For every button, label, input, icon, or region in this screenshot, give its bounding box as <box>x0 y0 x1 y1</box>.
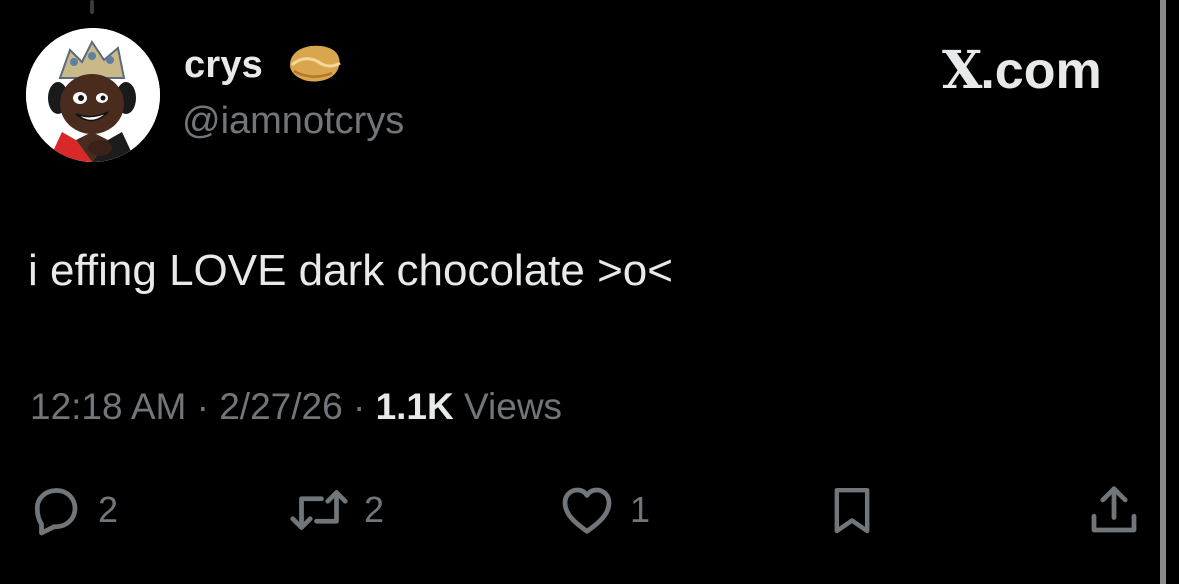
meta-separator: · <box>352 386 366 427</box>
meta-separator: · <box>196 386 209 427</box>
scrollbar[interactable] <box>1160 0 1166 584</box>
tweet-time[interactable]: 12:18 AM <box>30 386 186 427</box>
bookmark-button[interactable] <box>824 480 880 540</box>
x-logo-letter: X <box>942 40 982 101</box>
user-handle[interactable]: @iamnotcrys <box>182 100 404 143</box>
share-icon <box>1091 486 1137 533</box>
display-name[interactable]: crys <box>184 44 263 87</box>
retweet-button[interactable]: 2 <box>286 480 384 540</box>
tweet-text: i effing LOVE dark chocolate >o< <box>28 246 673 295</box>
avatar[interactable] <box>26 28 160 162</box>
heart-icon <box>562 487 612 534</box>
brand-suffix: .com <box>980 42 1102 100</box>
reply-button[interactable]: 2 <box>26 480 118 540</box>
brand-watermark: X.com <box>942 40 1102 101</box>
reply-icon <box>34 488 78 536</box>
like-count: 1 <box>630 489 651 530</box>
share-button[interactable] <box>1084 480 1144 540</box>
fortune-cookie-icon <box>286 41 344 85</box>
retweet-count: 2 <box>364 489 385 530</box>
retweet-icon <box>290 490 348 530</box>
views-label: Views <box>464 386 563 427</box>
views-count: 1.1K <box>375 386 454 427</box>
thread-connector-line <box>90 0 94 14</box>
reply-count: 2 <box>98 489 119 530</box>
tweet-date[interactable]: 2/27/26 <box>219 386 342 427</box>
like-button[interactable]: 1 <box>556 480 650 540</box>
bookmark-icon <box>834 487 870 534</box>
tweet-metadata: 12:18 AM · 2/27/26 · 1.1K Views <box>30 386 562 428</box>
